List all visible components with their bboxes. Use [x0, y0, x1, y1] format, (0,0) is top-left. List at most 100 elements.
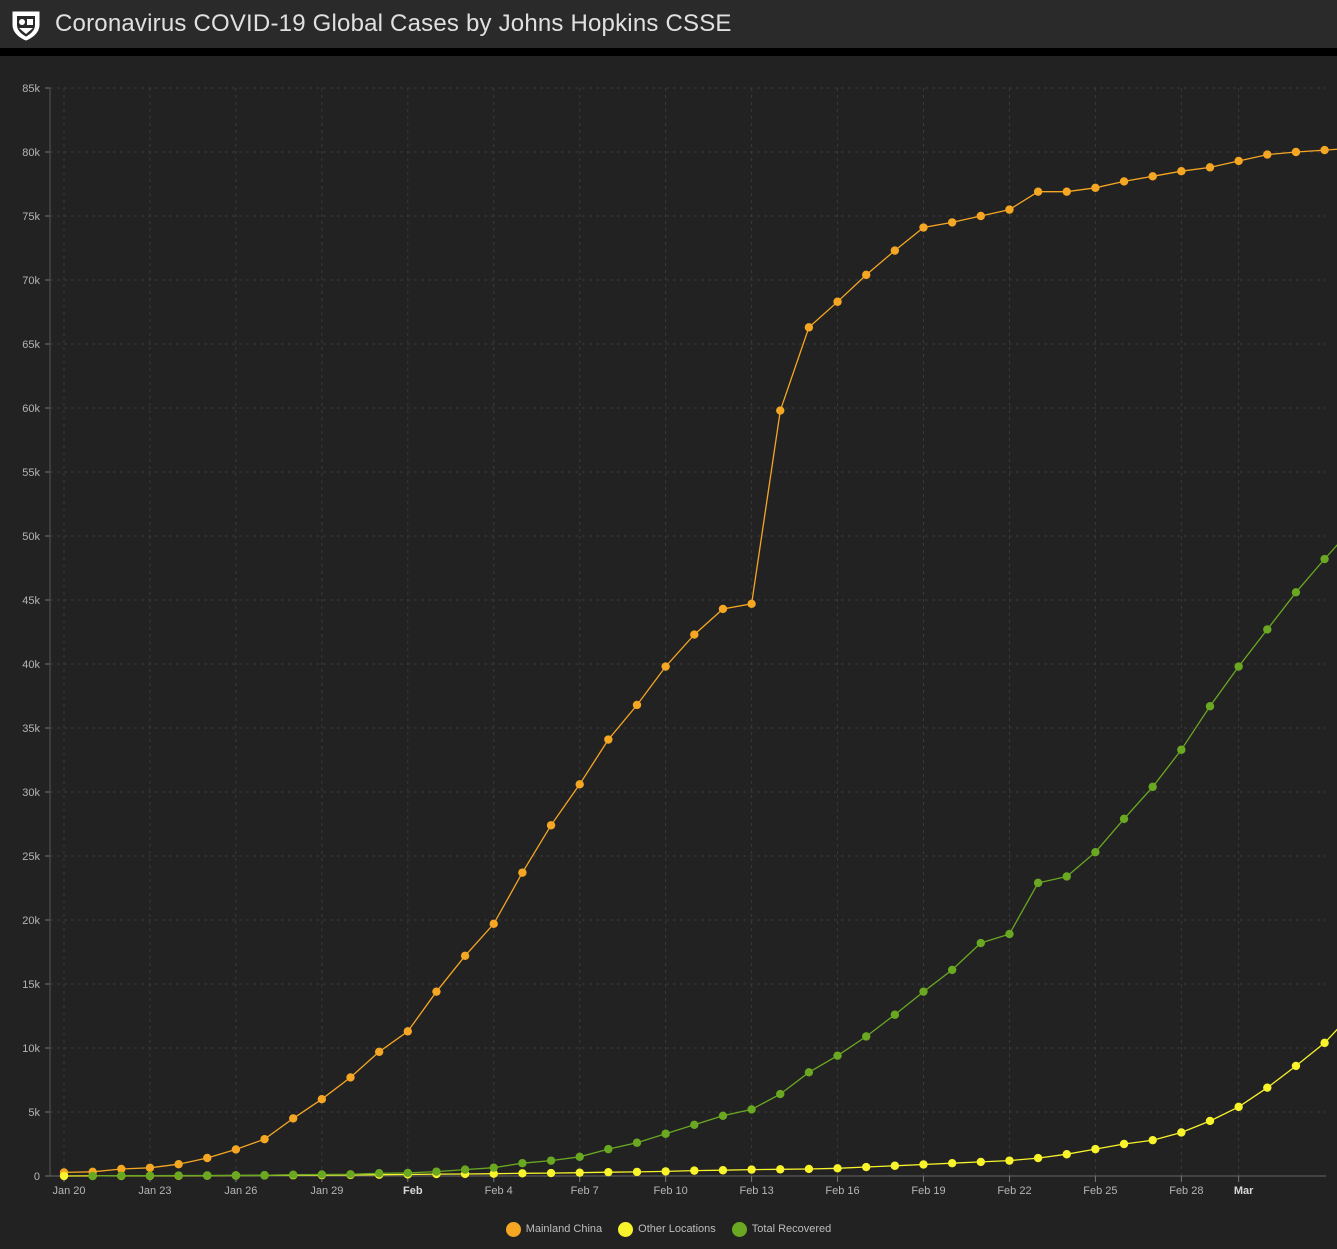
data-point-total-recovered[interactable]: [317, 1170, 327, 1179]
data-point-other-locations[interactable]: [1062, 1150, 1071, 1159]
data-point-total-recovered[interactable]: [1263, 625, 1272, 634]
data-point-total-recovered[interactable]: [862, 1032, 871, 1041]
data-point-mainland-china[interactable]: [289, 1114, 298, 1123]
data-point-mainland-china[interactable]: [432, 987, 441, 996]
data-point-total-recovered[interactable]: [546, 1156, 556, 1165]
data-point-total-recovered[interactable]: [919, 987, 928, 996]
data-point-other-locations[interactable]: [1234, 1102, 1243, 1112]
data-point-other-locations[interactable]: [1005, 1156, 1014, 1165]
data-point-total-recovered[interactable]: [1205, 702, 1215, 711]
data-point-other-locations[interactable]: [976, 1157, 985, 1167]
data-point-mainland-china[interactable]: [346, 1073, 355, 1082]
data-point-total-recovered[interactable]: [1033, 878, 1043, 888]
data-point-other-locations[interactable]: [1033, 1153, 1043, 1163]
data-point-other-locations[interactable]: [747, 1165, 756, 1174]
data-point-total-recovered[interactable]: [718, 1111, 728, 1121]
data-point-mainland-china[interactable]: [203, 1153, 212, 1163]
data-point-mainland-china[interactable]: [546, 821, 556, 830]
data-point-other-locations[interactable]: [575, 1168, 584, 1177]
legend-item-other-locations[interactable]: Other Locations: [618, 1221, 716, 1237]
data-point-other-locations[interactable]: [59, 1171, 69, 1181]
legend-item-mainland-china[interactable]: Mainland China: [505, 1221, 602, 1237]
data-point-mainland-china[interactable]: [919, 223, 928, 232]
data-point-mainland-china[interactable]: [317, 1095, 327, 1104]
data-point-total-recovered[interactable]: [346, 1170, 355, 1179]
data-point-other-locations[interactable]: [718, 1166, 728, 1175]
data-point-total-recovered[interactable]: [604, 1144, 613, 1154]
data-point-other-locations[interactable]: [804, 1164, 814, 1174]
data-point-mainland-china[interactable]: [1005, 205, 1014, 214]
data-point-total-recovered[interactable]: [403, 1168, 412, 1178]
data-point-mainland-china[interactable]: [518, 868, 527, 877]
data-point-other-locations[interactable]: [890, 1161, 900, 1170]
data-point-total-recovered[interactable]: [976, 938, 985, 948]
data-point-total-recovered[interactable]: [1291, 588, 1301, 597]
data-point-mainland-china[interactable]: [374, 1047, 384, 1057]
data-point-other-locations[interactable]: [1320, 1038, 1329, 1048]
data-point-mainland-china[interactable]: [231, 1145, 241, 1154]
data-point-total-recovered[interactable]: [890, 1010, 900, 1019]
data-point-mainland-china[interactable]: [1263, 150, 1272, 159]
data-point-total-recovered[interactable]: [489, 1163, 498, 1172]
data-point-other-locations[interactable]: [661, 1167, 670, 1176]
data-point-mainland-china[interactable]: [1205, 163, 1215, 172]
data-point-total-recovered[interactable]: [804, 1068, 814, 1077]
data-point-mainland-china[interactable]: [690, 630, 699, 639]
data-point-mainland-china[interactable]: [890, 246, 900, 255]
data-point-total-recovered[interactable]: [260, 1171, 269, 1180]
data-point-total-recovered[interactable]: [117, 1171, 126, 1180]
data-point-total-recovered[interactable]: [1320, 554, 1329, 564]
data-point-total-recovered[interactable]: [833, 1051, 842, 1060]
data-point-mainland-china[interactable]: [1033, 187, 1043, 196]
data-point-mainland-china[interactable]: [575, 780, 584, 789]
data-point-mainland-china[interactable]: [145, 1163, 155, 1172]
data-point-mainland-china[interactable]: [661, 662, 670, 671]
data-point-mainland-china[interactable]: [947, 218, 957, 227]
data-point-mainland-china[interactable]: [1119, 177, 1129, 186]
data-point-mainland-china[interactable]: [776, 406, 785, 415]
data-point-mainland-china[interactable]: [833, 297, 842, 306]
data-point-other-locations[interactable]: [1291, 1061, 1301, 1071]
data-point-total-recovered[interactable]: [289, 1170, 298, 1179]
data-point-other-locations[interactable]: [1205, 1116, 1215, 1126]
data-point-mainland-china[interactable]: [976, 211, 985, 221]
data-point-mainland-china[interactable]: [460, 951, 470, 961]
legend-item-total-recovered[interactable]: Total Recovered: [731, 1221, 831, 1237]
data-point-mainland-china[interactable]: [1091, 183, 1100, 193]
data-point-mainland-china[interactable]: [747, 599, 756, 609]
data-point-other-locations[interactable]: [518, 1169, 527, 1178]
data-point-mainland-china[interactable]: [804, 323, 814, 332]
data-point-other-locations[interactable]: [776, 1165, 785, 1174]
data-point-mainland-china[interactable]: [1320, 145, 1329, 155]
data-point-mainland-china[interactable]: [174, 1160, 183, 1169]
data-point-total-recovered[interactable]: [1177, 745, 1186, 754]
data-point-other-locations[interactable]: [919, 1160, 928, 1169]
data-point-total-recovered[interactable]: [1005, 929, 1014, 939]
data-point-total-recovered[interactable]: [947, 965, 957, 975]
data-point-other-locations[interactable]: [1119, 1139, 1129, 1149]
data-point-total-recovered[interactable]: [1119, 814, 1129, 824]
data-point-mainland-china[interactable]: [1062, 187, 1071, 196]
data-point-other-locations[interactable]: [947, 1159, 957, 1168]
data-point-total-recovered[interactable]: [1091, 847, 1100, 857]
data-point-total-recovered[interactable]: [1062, 872, 1071, 881]
data-point-other-locations[interactable]: [862, 1162, 871, 1172]
data-point-total-recovered[interactable]: [632, 1138, 642, 1147]
data-point-total-recovered[interactable]: [1148, 782, 1157, 792]
data-point-mainland-china[interactable]: [604, 735, 613, 744]
data-point-total-recovered[interactable]: [1234, 662, 1243, 671]
data-point-mainland-china[interactable]: [1148, 172, 1157, 181]
data-point-total-recovered[interactable]: [460, 1165, 470, 1174]
data-point-mainland-china[interactable]: [1234, 156, 1243, 166]
data-point-other-locations[interactable]: [546, 1168, 556, 1178]
data-point-other-locations[interactable]: [1177, 1128, 1186, 1137]
data-point-total-recovered[interactable]: [174, 1171, 183, 1180]
data-point-total-recovered[interactable]: [747, 1105, 756, 1114]
data-point-mainland-china[interactable]: [489, 919, 498, 929]
data-point-total-recovered[interactable]: [776, 1089, 785, 1099]
data-point-mainland-china[interactable]: [632, 700, 642, 710]
data-point-total-recovered[interactable]: [575, 1152, 584, 1162]
data-point-mainland-china[interactable]: [1291, 147, 1301, 157]
data-point-total-recovered[interactable]: [432, 1167, 441, 1176]
data-point-total-recovered[interactable]: [518, 1159, 527, 1168]
